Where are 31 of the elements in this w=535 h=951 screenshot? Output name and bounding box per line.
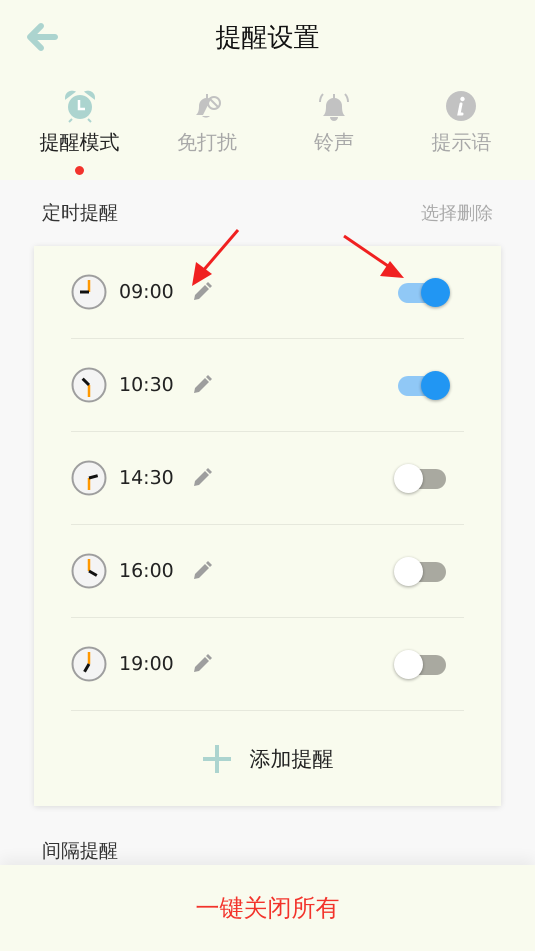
clock-icon (71, 460, 107, 496)
reminder-time: 16:00 (119, 560, 174, 582)
pencil-icon[interactable] (192, 561, 212, 581)
close-all-button[interactable]: 一键关闭所有 (0, 865, 535, 951)
plus-icon (202, 744, 232, 774)
alarm-clock-icon (62, 89, 97, 123)
reminder-time: 14:30 (119, 467, 174, 489)
section-title: 定时提醒 (42, 201, 118, 226)
select-delete-link[interactable]: 选择删除 (421, 201, 493, 225)
pencil-icon[interactable] (192, 282, 212, 302)
pencil-icon[interactable] (192, 375, 212, 395)
reminder-time: 19:00 (119, 653, 174, 675)
tab[interactable]: 免打扰 (143, 75, 270, 180)
add-reminder-button[interactable]: 添加提醒 (71, 711, 464, 806)
clock-icon (71, 367, 107, 403)
clock-icon (71, 274, 107, 310)
section-title: 间隔提醒 (42, 839, 118, 864)
info-icon (444, 89, 478, 123)
pencil-icon[interactable] (192, 654, 212, 674)
clock-icon (71, 646, 107, 682)
back-arrow-icon[interactable] (25, 20, 59, 54)
pencil-icon[interactable] (192, 468, 212, 488)
page-title: 提醒设置 (216, 22, 320, 55)
reminder-time: 09:00 (119, 281, 174, 303)
reminder-time: 10:30 (119, 374, 174, 396)
tab[interactable]: 提示语 (398, 75, 525, 180)
tab[interactable]: 铃声 (270, 75, 398, 180)
clock-icon (71, 553, 107, 589)
annotation-arrow (190, 228, 240, 288)
selected-dot (75, 166, 84, 175)
tab[interactable]: 提醒模式 (16, 75, 144, 180)
